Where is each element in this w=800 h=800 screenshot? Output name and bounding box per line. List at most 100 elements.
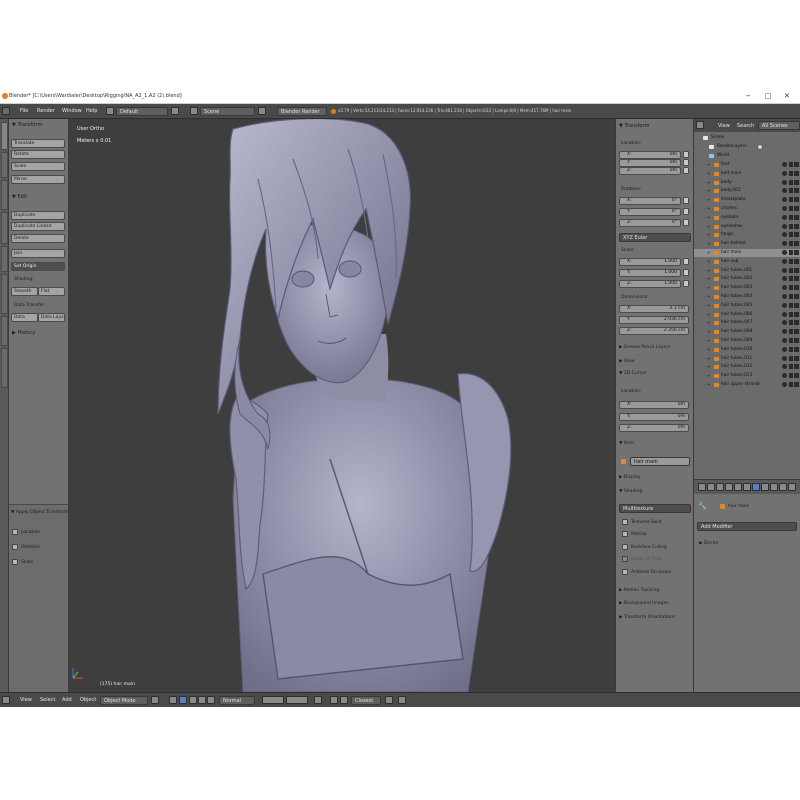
location-checkbox[interactable] (12, 529, 18, 535)
depth-of-field-checkbox[interactable] (622, 556, 628, 562)
layout-selector[interactable]: Default (116, 107, 168, 116)
layers-tab-icon[interactable] (707, 483, 715, 491)
selectable-arrow-icon[interactable] (789, 382, 793, 387)
visibility-eye-icon[interactable] (782, 329, 787, 335)
rotation-checkbox[interactable] (12, 544, 18, 550)
data-layout-button[interactable]: Data Lays (38, 313, 65, 322)
outliner-object-row[interactable]: + hair tubes.011 (694, 355, 800, 363)
scale-z-field[interactable]: Z: 1.000 (619, 280, 681, 288)
expand-icon[interactable]: + (707, 241, 710, 246)
selectable-arrow-icon[interactable] (789, 188, 793, 194)
add-scene-icon[interactable] (258, 107, 266, 115)
smooth-button[interactable]: Smooth (11, 287, 38, 296)
ambient-occlusion-checkbox[interactable] (622, 569, 628, 575)
matcap-checkbox[interactable] (622, 531, 628, 537)
selectable-arrow-icon[interactable] (789, 267, 793, 273)
selectable-arrow-icon[interactable] (789, 232, 793, 238)
item-name-field[interactable]: hair main (630, 457, 690, 466)
add-modifier-button[interactable]: Add Modifier (697, 522, 797, 531)
selectable-arrow-icon[interactable] (789, 338, 793, 343)
opengl-render-icon[interactable] (398, 696, 406, 704)
outliner-object-row[interactable]: + hair tubes.009 (694, 337, 800, 345)
material-tab-icon[interactable] (770, 483, 778, 491)
transform-orientation-selector[interactable]: Normal (219, 696, 255, 705)
render-camera-icon[interactable] (794, 364, 799, 370)
tab-tools[interactable] (1, 122, 8, 150)
physics-tab-icon[interactable] (788, 483, 796, 491)
rotation-x-field[interactable]: X: 0° (619, 197, 681, 205)
tab-retopo[interactable] (1, 316, 8, 346)
visibility-eye-icon[interactable] (782, 294, 787, 299)
menu-select[interactable]: Select (40, 697, 55, 703)
tab-animation[interactable] (1, 212, 8, 244)
render-camera-icon[interactable] (794, 285, 799, 291)
menu-file[interactable]: File (20, 108, 28, 114)
selectable-arrow-icon[interactable] (789, 197, 793, 203)
editor-type-icon[interactable] (2, 107, 10, 115)
lock-icon[interactable] (683, 167, 689, 174)
cursor-y-field[interactable]: Y: 0m (619, 413, 689, 421)
visibility-eye-icon[interactable] (782, 346, 787, 352)
operator-header[interactable]: ▼ Apply Object Transform (11, 510, 69, 515)
selectable-arrow-icon[interactable] (789, 162, 793, 167)
outliner-object-row[interactable]: + hair upper strands (694, 381, 800, 389)
visibility-eye-icon[interactable] (782, 311, 787, 317)
visibility-eye-icon[interactable] (782, 232, 787, 238)
render-camera-icon[interactable] (794, 382, 799, 387)
background-images-header[interactable]: ▶ Background Images (619, 601, 669, 606)
delete-button[interactable]: Delete (11, 234, 65, 243)
render-camera-icon[interactable] (794, 338, 799, 343)
mode-selector[interactable]: Object Mode (100, 696, 148, 705)
expand-icon[interactable]: + (707, 259, 710, 264)
tab-create[interactable] (1, 152, 8, 178)
rotation-y-field[interactable]: Y: 0° (619, 208, 681, 216)
selectable-arrow-icon[interactable] (789, 294, 793, 299)
tab-grease-pencil[interactable] (1, 274, 8, 314)
render-engine-selector[interactable]: Blender Render (277, 107, 327, 116)
menu-add[interactable]: Add (62, 697, 72, 703)
visibility-eye-icon[interactable] (782, 285, 787, 291)
expand-icon[interactable]: + (707, 232, 710, 237)
textured-solid-checkbox[interactable] (622, 519, 628, 525)
outliner-filter-selector[interactable]: All Scenes (758, 121, 800, 130)
outliner-object-row[interactable]: + eyeballs (694, 214, 800, 222)
dimension-x-field[interactable]: X: 2.1 cm (619, 305, 689, 313)
selectable-arrow-icon[interactable] (789, 170, 793, 176)
render-camera-icon[interactable] (794, 311, 799, 317)
render-camera-icon[interactable] (794, 276, 799, 282)
expand-icon[interactable]: + (707, 162, 710, 167)
transform-panel-header[interactable]: ▼ Transform (12, 122, 42, 128)
expand-icon[interactable]: + (707, 373, 710, 378)
location-y-field[interactable]: Y: 0m (619, 159, 681, 167)
selectable-arrow-icon[interactable] (789, 302, 793, 308)
duplicate-linked-button[interactable]: Duplicate Linked (11, 222, 65, 231)
menu-render[interactable]: Render (37, 108, 55, 114)
outliner-object-row[interactable]: + hair tubes.012 (694, 363, 800, 371)
snap-icon[interactable] (340, 696, 348, 704)
translate-manipulator-icon[interactable] (189, 696, 197, 704)
expand-icon[interactable]: + (707, 303, 710, 308)
scene-row[interactable]: Scene (694, 134, 800, 142)
tab-relations[interactable] (1, 180, 8, 210)
render-camera-icon[interactable] (794, 346, 799, 352)
expand-icon[interactable]: + (707, 338, 710, 343)
render-camera-icon[interactable] (794, 373, 799, 379)
outliner-editor-icon[interactable] (696, 121, 704, 129)
render-camera-icon[interactable] (794, 329, 799, 335)
location-x-field[interactable]: X: 0m (619, 151, 681, 159)
texture-tab-icon[interactable] (779, 483, 787, 491)
outliner-object-row[interactable]: + hair tubes.001 (694, 267, 800, 275)
outliner-object-row[interactable]: + hair tubes.013 (694, 372, 800, 380)
render-camera-icon[interactable] (794, 162, 799, 167)
render-camera-icon[interactable] (794, 188, 799, 194)
render-tab-icon[interactable] (698, 483, 706, 491)
tab-addons[interactable] (1, 348, 8, 388)
expand-icon[interactable]: + (707, 329, 710, 334)
lock-icon[interactable] (683, 208, 689, 215)
layer-grid-icon[interactable] (262, 696, 284, 704)
transform-orientations-header[interactable]: ▶ Transform Orientations (619, 615, 675, 620)
cursor-x-field[interactable]: X: 0m (619, 401, 689, 409)
shading-mode-selector[interactable]: Multitexture (619, 504, 691, 513)
menu-help[interactable]: Help (86, 108, 97, 114)
duplicate-button[interactable]: Duplicate (11, 211, 65, 220)
